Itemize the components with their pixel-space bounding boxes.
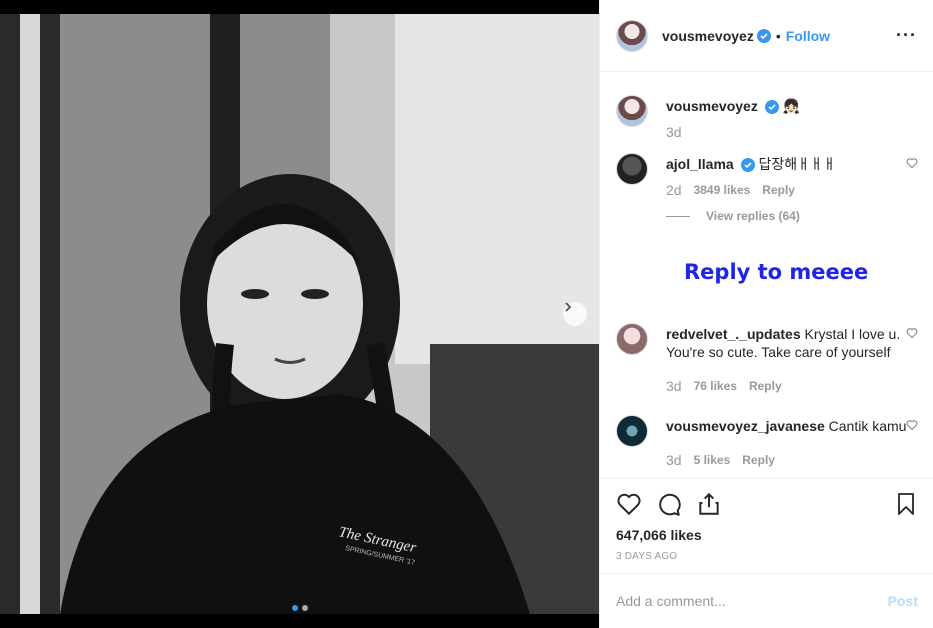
carousel-dot (301, 605, 308, 611)
comment-avatar[interactable] (616, 153, 648, 185)
comment-text: 답장해ㅐㅐㅐ (758, 156, 836, 172)
photo-illustration: The Stranger SPRING/SUMMER '17 (0, 14, 599, 614)
post-time-ago[interactable]: 3 DAYS AGO (616, 551, 918, 562)
caption-emoji: 👧🏻 (782, 98, 801, 114)
caption-time[interactable]: 3d (666, 123, 682, 141)
comment-icon[interactable] (656, 491, 682, 517)
comment-item: redvelvet_._updates Krystal I love u. Yo… (616, 323, 918, 395)
comment-username[interactable]: redvelvet_._updates (666, 326, 801, 342)
replies-divider (666, 215, 690, 217)
comment-likes[interactable]: 5 likes (694, 451, 731, 469)
comment-time[interactable]: 3d (666, 377, 682, 395)
add-comment-input[interactable] (616, 593, 888, 609)
comment-reply-button[interactable]: Reply (749, 377, 782, 395)
comment-reply-button[interactable]: Reply (742, 451, 775, 469)
post-photo[interactable]: The Stranger SPRING/SUMMER '17 (0, 14, 599, 614)
likes-count[interactable]: 647,066 likes (616, 527, 918, 543)
comment-avatar[interactable] (616, 415, 648, 447)
caption-username[interactable]: vousmevoyez (666, 98, 758, 114)
heart-icon[interactable] (616, 491, 642, 517)
verified-badge-icon (756, 28, 771, 43)
view-replies-button[interactable]: View replies (64) (666, 207, 918, 225)
author-username[interactable]: vousmevoyez (662, 28, 754, 44)
carousel-dot-active (291, 605, 298, 611)
comment-item: vousmevoyez_javanese Cantik kamu 3d 5 li… (616, 415, 918, 469)
carousel-indicator (0, 605, 599, 611)
caption-avatar[interactable] (616, 95, 648, 127)
verified-badge-icon (764, 100, 779, 115)
add-comment-bar: Post (600, 573, 933, 628)
overlay-text: Reply to meeee (684, 260, 869, 284)
heart-icon[interactable] (906, 327, 918, 339)
comment-avatar[interactable] (616, 323, 648, 355)
comment-likes[interactable]: 76 likes (694, 377, 737, 395)
chevron-right-icon (565, 302, 572, 312)
comment-reply-button[interactable]: Reply (762, 181, 795, 199)
post-actions: 647,066 likes 3 DAYS AGO (600, 478, 933, 562)
comment-username[interactable]: ajol_llama (666, 156, 734, 172)
heart-icon[interactable] (906, 157, 918, 169)
comment-time[interactable]: 3d (666, 451, 682, 469)
comment-item: ajol_llama 답장해ㅐㅐㅐ 2d 3849 likes Reply Vi… (616, 153, 918, 225)
comments-list[interactable]: vousmevoyez 👧🏻 3d ajol_llama 답장해ㅐㅐㅐ 2d 3… (600, 73, 933, 478)
share-icon[interactable] (696, 491, 722, 517)
instagram-post-modal: The Stranger SPRING/SUMMER '17 vousmevoy… (0, 0, 933, 628)
comment-username[interactable]: vousmevoyez_javanese (666, 418, 825, 434)
caption-item: vousmevoyez 👧🏻 3d (616, 95, 918, 141)
more-icon[interactable]: ··· (896, 25, 917, 46)
header-separator: • (775, 27, 781, 44)
next-photo-button[interactable] (563, 302, 587, 326)
comment-likes[interactable]: 3849 likes (694, 181, 751, 199)
bookmark-icon[interactable] (894, 491, 918, 517)
view-replies-label: View replies (64) (706, 209, 800, 223)
post-header: vousmevoyez • Follow ··· (600, 0, 933, 72)
comment-text: Cantik kamu (828, 418, 907, 434)
post-side-panel: vousmevoyez • Follow ··· vousmevoyez 👧🏻 (599, 0, 933, 628)
author-avatar[interactable] (616, 19, 648, 52)
heart-icon[interactable] (906, 419, 918, 431)
comment-time[interactable]: 2d (666, 181, 682, 199)
post-comment-button[interactable]: Post (888, 593, 918, 609)
follow-button[interactable]: Follow (786, 28, 830, 44)
verified-badge-icon (740, 158, 755, 173)
